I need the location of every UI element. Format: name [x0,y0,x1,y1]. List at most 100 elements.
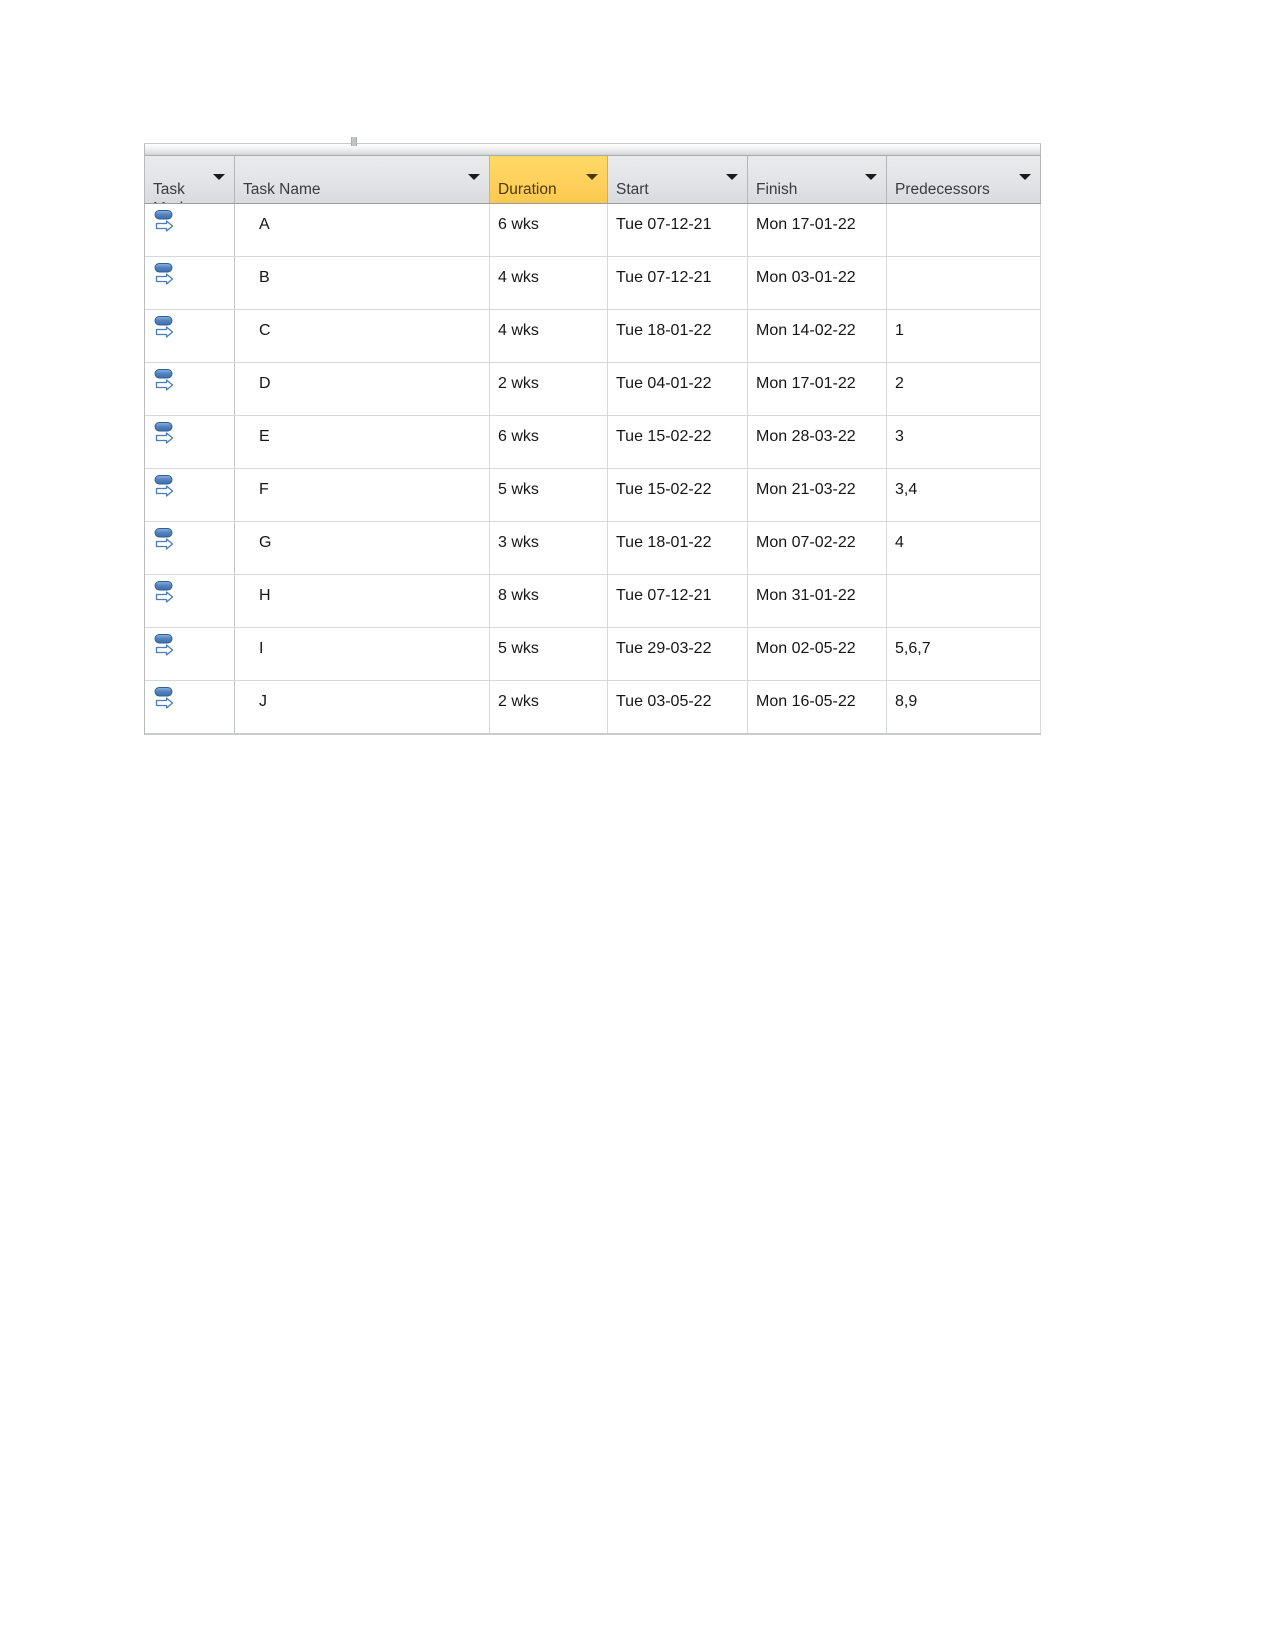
cell-duration[interactable]: 4 wks [490,310,608,362]
cell-task-name[interactable]: J [235,681,490,733]
table-row[interactable]: E6 wks Tue 15-02-22 Mon 28-03-22 3 [145,416,1041,469]
task-entry-table: Task Mode Task Name Duration Start Finis… [144,137,1041,735]
column-header-task-name[interactable]: Task Name [235,156,490,203]
cell-task-name[interactable]: C [235,310,490,362]
cell-finish[interactable]: Mon 02-05-22 [748,628,887,680]
column-header-duration-label: Duration [498,181,557,198]
cell-task-mode[interactable] [145,363,235,415]
cell-task-mode[interactable] [145,522,235,574]
table-body: A6 wks Tue 07-12-21 Mon 17-01-22 B 4 wks Tue … [144,204,1041,735]
cell-duration[interactable]: 3 wks [490,522,608,574]
column-header-duration[interactable]: Duration [490,156,608,203]
auto-scheduled-icon [154,528,174,550]
cell-task-mode[interactable] [145,575,235,627]
cell-task-name[interactable]: I [235,628,490,680]
column-header-task-mode-label: Task Mode [153,181,192,203]
cell-finish[interactable]: Mon 14-02-22 [748,310,887,362]
pane-split-bar[interactable] [144,137,1041,155]
cell-task-name[interactable]: E [235,416,490,468]
column-header-predecessors[interactable]: Predecessors [887,156,1041,203]
cell-predecessors[interactable]: 8,9 [887,681,1041,733]
cell-start[interactable]: Tue 04-01-22 [608,363,748,415]
auto-scheduled-icon [154,369,174,391]
cell-duration[interactable]: 2 wks [490,681,608,733]
column-header-task-name-label: Task Name [243,181,321,198]
column-header-start[interactable]: Start [608,156,748,203]
cell-duration[interactable]: 4 wks [490,257,608,309]
cell-task-name[interactable]: D [235,363,490,415]
cell-task-name[interactable]: G [235,522,490,574]
cell-start[interactable]: Tue 07-12-21 [608,575,748,627]
cell-task-mode[interactable] [145,628,235,680]
cell-task-name[interactable]: A [235,204,490,256]
cell-finish[interactable]: Mon 31-01-22 [748,575,887,627]
cell-predecessors[interactable]: 4 [887,522,1041,574]
cell-start[interactable]: Tue 18-01-22 [608,310,748,362]
table-row[interactable]: I5 wks Tue 29-03-22 Mon 02-05-22 5,6,7 [145,628,1041,681]
auto-scheduled-icon [154,210,174,232]
table-row[interactable]: H8 wks Tue 07-12-21 Mon 31-01-22 [145,575,1041,628]
auto-scheduled-icon [154,422,174,444]
cell-finish[interactable]: Mon 03-01-22 [748,257,887,309]
chevron-down-icon[interactable] [726,174,738,180]
cell-start[interactable]: Tue 15-02-22 [608,416,748,468]
cell-task-mode[interactable] [145,204,235,256]
chevron-down-icon[interactable] [865,174,877,180]
cell-finish[interactable]: Mon 17-01-22 [748,363,887,415]
cell-predecessors[interactable]: 3,4 [887,469,1041,521]
auto-scheduled-icon [154,475,174,497]
split-bar-handle[interactable] [351,137,357,146]
column-header-finish-label: Finish [756,181,798,198]
cell-start[interactable]: Tue 29-03-22 [608,628,748,680]
auto-scheduled-icon [154,634,174,656]
cell-predecessors[interactable]: 5,6,7 [887,628,1041,680]
cell-task-name[interactable]: F [235,469,490,521]
cell-finish[interactable]: Mon 21-03-22 [748,469,887,521]
cell-predecessors[interactable] [887,575,1041,627]
table-row[interactable]: C4 wks Tue 18-01-22 Mon 14-02-22 1 [145,310,1041,363]
cell-task-mode[interactable] [145,257,235,309]
auto-scheduled-icon [154,687,174,709]
cell-task-mode[interactable] [145,469,235,521]
cell-predecessors[interactable] [887,204,1041,256]
table-row[interactable]: B4 wks Tue 07-12-21 Mon 03-01-22 [145,257,1041,310]
cell-duration[interactable]: 6 wks [490,416,608,468]
chevron-down-icon[interactable] [586,174,598,180]
cell-predecessors[interactable] [887,257,1041,309]
cell-duration[interactable]: 2 wks [490,363,608,415]
cell-finish[interactable]: Mon 07-02-22 [748,522,887,574]
table-row[interactable]: F5 wks Tue 15-02-22 Mon 21-03-22 3,4 [145,469,1041,522]
cell-start[interactable]: Tue 15-02-22 [608,469,748,521]
cell-task-mode[interactable] [145,416,235,468]
cell-finish[interactable]: Mon 28-03-22 [748,416,887,468]
table-row[interactable]: J2 wks Tue 03-05-22 Mon 16-05-22 8,9 [145,681,1041,734]
chevron-down-icon[interactable] [213,174,225,180]
cell-finish[interactable]: Mon 16-05-22 [748,681,887,733]
column-header-predecessors-label: Predecessors [895,181,990,198]
cell-start[interactable]: Tue 07-12-21 [608,204,748,256]
cell-duration[interactable]: 5 wks [490,628,608,680]
cell-task-mode[interactable] [145,681,235,733]
cell-start[interactable]: Tue 07-12-21 [608,257,748,309]
column-header-finish[interactable]: Finish [748,156,887,203]
chevron-down-icon[interactable] [1019,174,1031,180]
cell-finish[interactable]: Mon 17-01-22 [748,204,887,256]
cell-predecessors[interactable]: 3 [887,416,1041,468]
cell-task-name[interactable]: B [235,257,490,309]
cell-duration[interactable]: 8 wks [490,575,608,627]
column-header-start-label: Start [616,181,649,198]
table-row[interactable]: D2 wks Tue 04-01-22 Mon 17-01-22 2 [145,363,1041,416]
cell-task-name[interactable]: H [235,575,490,627]
cell-start[interactable]: Tue 18-01-22 [608,522,748,574]
cell-start[interactable]: Tue 03-05-22 [608,681,748,733]
cell-predecessors[interactable]: 1 [887,310,1041,362]
cell-duration[interactable]: 5 wks [490,469,608,521]
chevron-down-icon[interactable] [468,174,480,180]
table-row[interactable]: G3 wks Tue 18-01-22 Mon 07-02-22 4 [145,522,1041,575]
table-row[interactable]: A6 wks Tue 07-12-21 Mon 17-01-22 [145,204,1041,257]
cell-predecessors[interactable]: 2 [887,363,1041,415]
auto-scheduled-icon [154,581,174,603]
cell-task-mode[interactable] [145,310,235,362]
column-header-task-mode[interactable]: Task Mode [145,156,235,203]
cell-duration[interactable]: 6 wks [490,204,608,256]
